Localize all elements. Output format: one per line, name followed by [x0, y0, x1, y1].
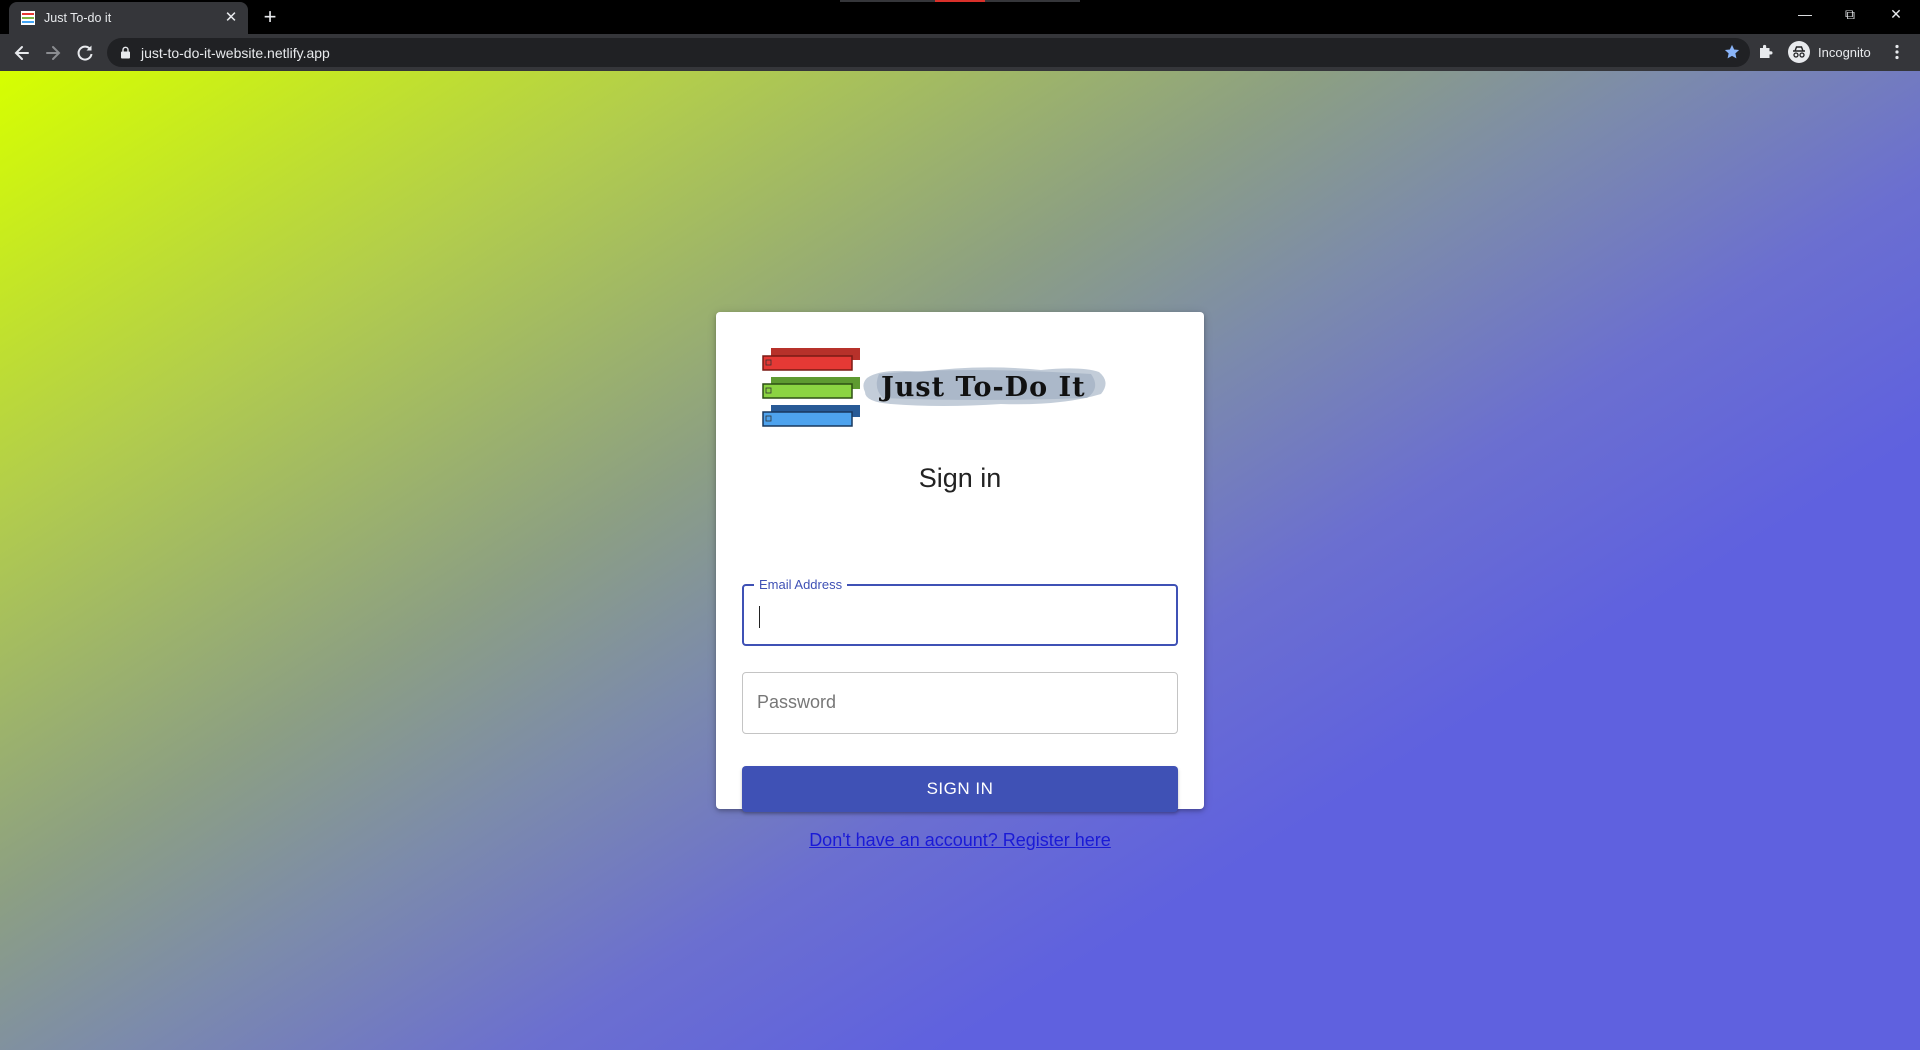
address-bar[interactable]: just-to-do-it-website.netlify.app [107, 38, 1750, 67]
plus-icon[interactable]: + [259, 6, 281, 28]
profile-label: Incognito [1818, 44, 1871, 60]
text-caret [759, 606, 760, 628]
tab-title: Just To-do it [44, 11, 112, 25]
app-logo: Just To-Do It [762, 348, 1106, 427]
browser-toolbar: just-to-do-it-website.netlify.app Incogn… [0, 34, 1920, 71]
email-field-label: Email Address [754, 577, 848, 593]
sign-in-button[interactable]: SIGN IN [742, 766, 1178, 812]
lock-icon[interactable] [120, 46, 131, 59]
password-field[interactable] [742, 672, 1178, 734]
tab-strip: Just To-do it ✕ + — ⧉ ✕ [0, 0, 1920, 34]
close-icon[interactable]: ✕ [223, 10, 239, 26]
browser-tab[interactable]: Just To-do it ✕ [9, 2, 248, 34]
register-link[interactable]: Don't have an account? Register here [716, 830, 1204, 851]
star-icon[interactable] [1723, 43, 1741, 61]
striped-list-favicon [21, 11, 35, 25]
password-input[interactable] [757, 687, 1157, 717]
url-text: just-to-do-it-website.netlify.app [141, 45, 330, 61]
incognito-icon [1788, 41, 1810, 63]
email-input[interactable] [758, 600, 1158, 630]
recording-indicator [935, 0, 985, 2]
logo-text: Just To-Do It [879, 372, 1086, 403]
page-viewport: Just To-Do It Sign in Email Address SIGN… [0, 71, 1920, 1050]
puzzle-icon[interactable] [1757, 43, 1775, 61]
kebab-menu-icon[interactable] [1888, 43, 1906, 61]
reload-icon[interactable] [72, 40, 98, 66]
page-title: Sign in [918, 463, 1002, 493]
arrow-back-icon[interactable] [9, 40, 35, 66]
email-field[interactable]: Email Address [742, 577, 1178, 646]
window-close-icon[interactable]: ✕ [1873, 0, 1919, 30]
signin-card: Just To-Do It Sign in Email Address SIGN… [716, 312, 1204, 850]
minimize-icon[interactable]: — [1782, 0, 1828, 30]
arrow-forward-icon[interactable] [40, 40, 66, 66]
profile-button[interactable]: Incognito [1788, 39, 1871, 65]
restore-icon[interactable]: ⧉ [1827, 0, 1873, 30]
